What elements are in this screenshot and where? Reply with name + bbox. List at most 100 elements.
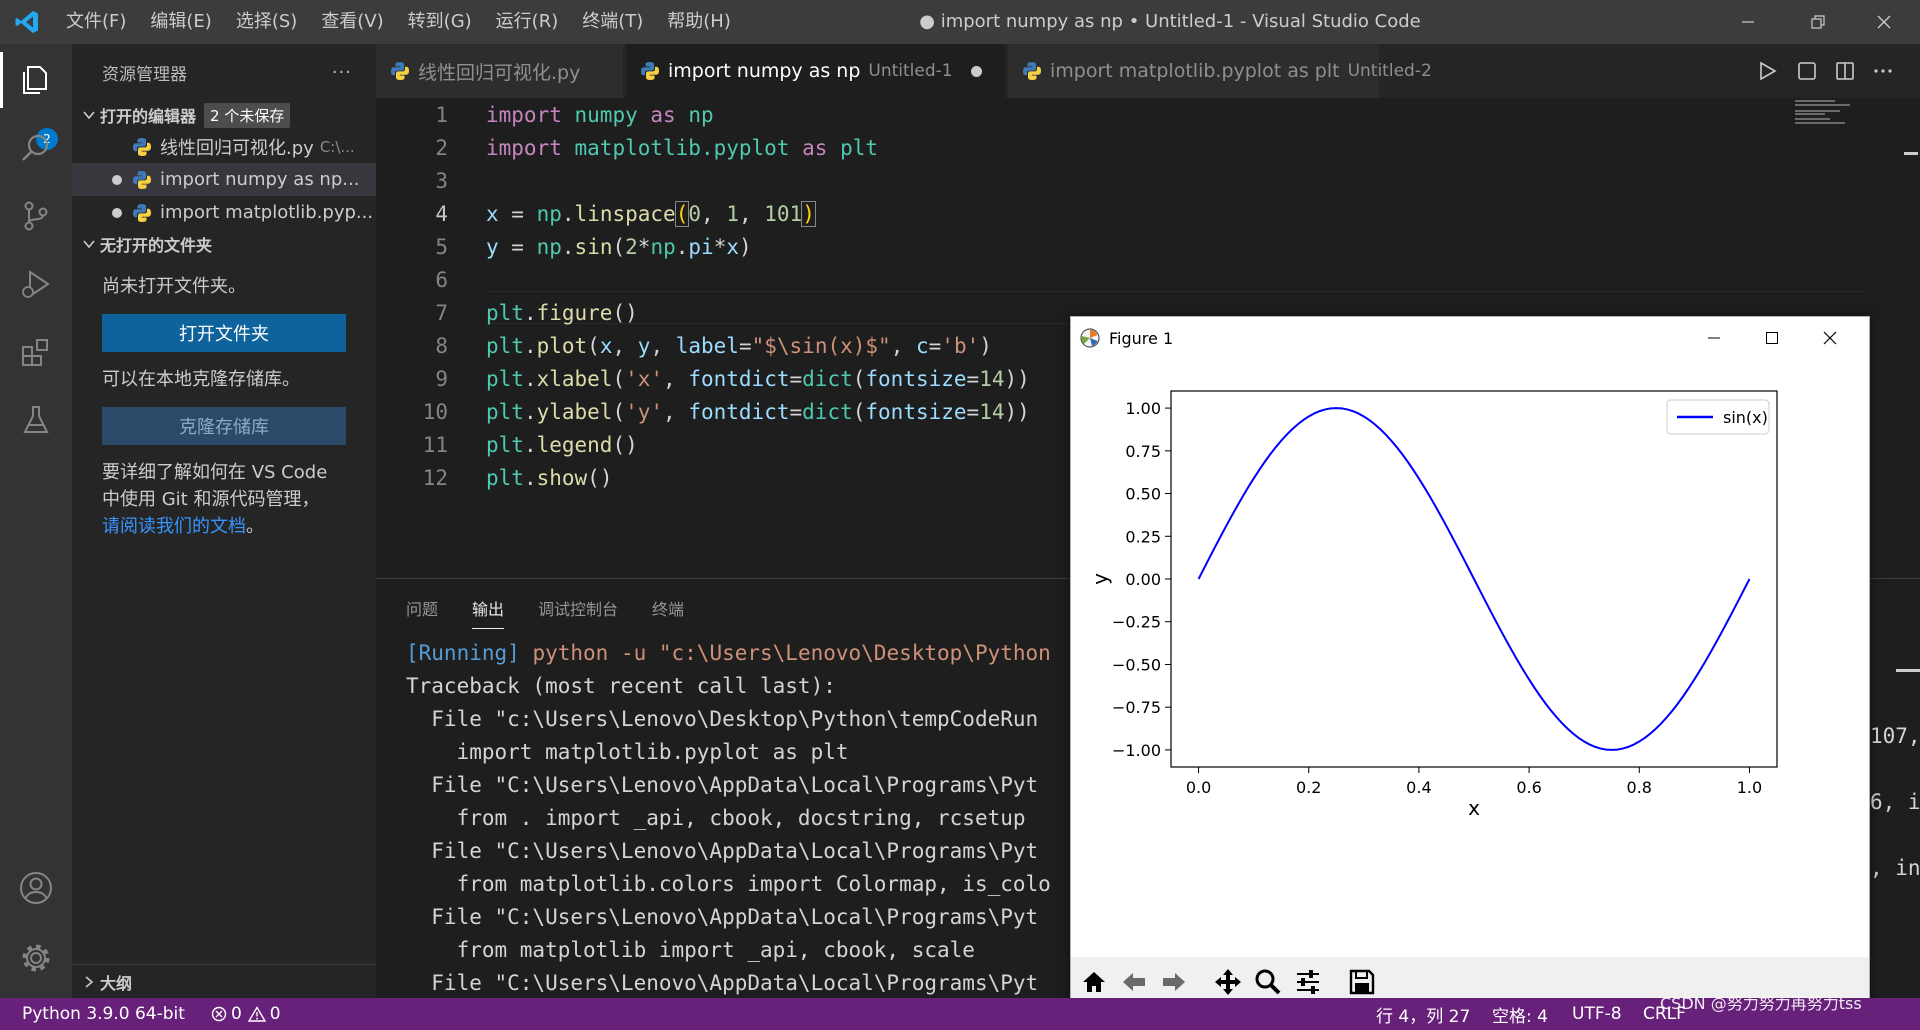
- open-editors-label: 打开的编辑器: [100, 107, 197, 126]
- x-axis-label: x: [1468, 796, 1480, 820]
- source-control-icon[interactable]: [12, 192, 60, 240]
- chevron-down-icon: [78, 237, 100, 251]
- outline-header[interactable]: 大纲: [72, 964, 376, 998]
- open-editor-name: 线性回归可视化.py: [160, 137, 314, 159]
- more-icon: [1874, 69, 1892, 73]
- tab-output[interactable]: 输出: [472, 588, 505, 629]
- warning-icon: [247, 1006, 266, 1022]
- minimize-button[interactable]: [1716, 0, 1780, 44]
- open-editor-item[interactable]: import matplotlib.pyp...: [72, 196, 376, 229]
- menu-go[interactable]: 转到(G): [396, 0, 484, 44]
- line-content: plt.legend(): [486, 432, 638, 457]
- no-folder-label: 无打开的文件夹: [100, 236, 213, 255]
- menu-help[interactable]: 帮助(H): [655, 0, 743, 44]
- explorer-icon[interactable]: [12, 56, 60, 104]
- code-line[interactable]: 4 x = np.linspace(0, 1, 101): [376, 197, 1796, 230]
- y-tick-label: −1.00: [1112, 741, 1161, 760]
- tab-label: 线性回归可视化.py: [418, 61, 581, 84]
- python-interpreter[interactable]: Python 3.9.0 64-bit: [22, 1004, 185, 1024]
- figure-maximize-button[interactable]: [1743, 317, 1801, 359]
- code-line[interactable]: 1 import numpy as np: [376, 98, 1796, 131]
- file-encoding[interactable]: UTF-8: [1572, 1004, 1622, 1024]
- home-button[interactable]: [1075, 963, 1113, 1001]
- tab-problems[interactable]: 问题: [406, 588, 438, 628]
- watermark: CSDN @努力努力再努力tss: [1660, 994, 1862, 1013]
- open-changes-button[interactable]: [1794, 58, 1820, 84]
- close-window-button[interactable]: [1852, 0, 1916, 44]
- y-tick-label: −0.75: [1112, 698, 1161, 717]
- figure-title-bar[interactable]: Figure 1: [1071, 317, 1869, 359]
- menu-selection[interactable]: 选择(S): [224, 0, 309, 44]
- code-line[interactable]: 5 y = np.sin(2*np.pi*x): [376, 230, 1796, 263]
- more-actions-button[interactable]: ···: [332, 62, 352, 83]
- clone-repo-button[interactable]: 克隆存储库: [102, 407, 346, 445]
- sidebar-title: 资源管理器: [102, 64, 187, 85]
- menu-file[interactable]: 文件(F): [54, 0, 138, 44]
- y-tick-label: 0.75: [1125, 442, 1161, 461]
- search-icon[interactable]: [12, 124, 60, 172]
- run-debug-icon[interactable]: [12, 260, 60, 308]
- extensions-icon[interactable]: [12, 328, 60, 376]
- figure-minimize-button[interactable]: [1685, 317, 1743, 359]
- zoom-button[interactable]: [1249, 963, 1287, 1001]
- matplotlib-figure-window[interactable]: Figure 1 1.00 0.75 0.50 0.25 0.00 −0.25 −0.50 −…: [1070, 316, 1870, 1008]
- y-tick-label: 0.00: [1125, 570, 1161, 589]
- tab-untitled-2[interactable]: import matplotlib.pyplot as plt Untitled…: [1008, 44, 1432, 98]
- scrollbar-marker[interactable]: [1904, 152, 1918, 172]
- plot-canvas[interactable]: 1.00 0.75 0.50 0.25 0.00 −0.25 −0.50 −0.75 −1.00…: [1071, 359, 1869, 957]
- problems-status[interactable]: 0 0: [211, 1004, 281, 1024]
- subplots-button[interactable]: [1289, 963, 1327, 1001]
- cursor-position[interactable]: 行 4，列 27: [1376, 1002, 1470, 1027]
- explorer-sidebar: 资源管理器 ··· 打开的编辑器 2 个未保存 线性回归可视化.py C:\..…: [72, 44, 376, 998]
- docs-link[interactable]: 请阅读我们的文档: [102, 516, 246, 537]
- menu-view[interactable]: 查看(V): [309, 0, 395, 44]
- panel-scrollbar[interactable]: [1896, 669, 1920, 672]
- code-line[interactable]: 3: [376, 164, 1796, 197]
- tab-untitled-1[interactable]: import numpy as np Untitled-1: [626, 44, 1006, 98]
- arrow-right-icon: [1163, 973, 1185, 991]
- python-file-icon: [641, 62, 659, 80]
- minimize-icon: [1742, 21, 1754, 23]
- code-line[interactable]: 2 import matplotlib.pyplot as plt: [376, 131, 1796, 164]
- restore-button[interactable]: [1786, 0, 1850, 44]
- testing-icon[interactable]: [12, 396, 60, 444]
- x-tick-label: 1.0: [1737, 778, 1762, 797]
- maximize-icon: [1766, 332, 1778, 344]
- open-editor-item[interactable]: import numpy as np...: [72, 163, 376, 196]
- tab-debug-console[interactable]: 调试控制台: [538, 588, 618, 628]
- line-content: y = np.sin(2*np.pi*x): [486, 234, 752, 259]
- figure-close-button[interactable]: [1801, 317, 1859, 359]
- unsaved-dot-icon[interactable]: [970, 65, 982, 77]
- editor-more-button[interactable]: [1870, 58, 1896, 84]
- error-icon: [211, 1006, 227, 1022]
- minimap[interactable]: [1795, 98, 1885, 128]
- save-figure-button[interactable]: [1343, 963, 1381, 1001]
- x-axis-ticks: 0.0 0.2 0.4 0.6 0.8 1.0: [1186, 767, 1762, 797]
- pan-button[interactable]: [1209, 963, 1247, 1001]
- tab-terminal[interactable]: 终端: [652, 588, 684, 628]
- indentation[interactable]: 空格: 4: [1492, 1002, 1548, 1027]
- gear-icon[interactable]: [12, 934, 60, 982]
- split-editor-button[interactable]: [1832, 58, 1858, 84]
- line-content: plt.ylabel('y', fontdict=dict(fontsize=1…: [486, 399, 1030, 424]
- back-button[interactable]: [1115, 963, 1153, 1001]
- menu-run[interactable]: 运行(R): [484, 0, 571, 44]
- open-editor-item[interactable]: 线性回归可视化.py C:\...: [72, 130, 376, 163]
- tab-description: Untitled-2: [1347, 61, 1432, 81]
- code-line[interactable]: 6: [376, 263, 1796, 296]
- open-folder-button[interactable]: 打开文件夹: [102, 314, 346, 352]
- account-icon[interactable]: [12, 864, 60, 912]
- menu-edit[interactable]: 编辑(E): [138, 0, 223, 44]
- no-folder-header[interactable]: 无打开的文件夹: [72, 229, 376, 259]
- forward-button[interactable]: [1155, 963, 1193, 1001]
- y-axis-ticks: 1.00 0.75 0.50 0.25 0.00 −0.25 −0.50 −0.75 −1.00: [1112, 399, 1171, 760]
- line-number: 5: [435, 234, 448, 259]
- line-number: 6: [435, 267, 448, 292]
- tab-linear-regression[interactable]: 线性回归可视化.py: [376, 44, 624, 98]
- open-editors-header[interactable]: 打开的编辑器 2 个未保存: [72, 100, 376, 130]
- line-content: import matplotlib.pyplot as plt: [486, 135, 878, 160]
- run-file-button[interactable]: [1754, 58, 1780, 84]
- sliders-icon: [1297, 970, 1319, 994]
- menu-terminal[interactable]: 终端(T): [570, 0, 655, 44]
- line-number: 2: [435, 135, 448, 160]
